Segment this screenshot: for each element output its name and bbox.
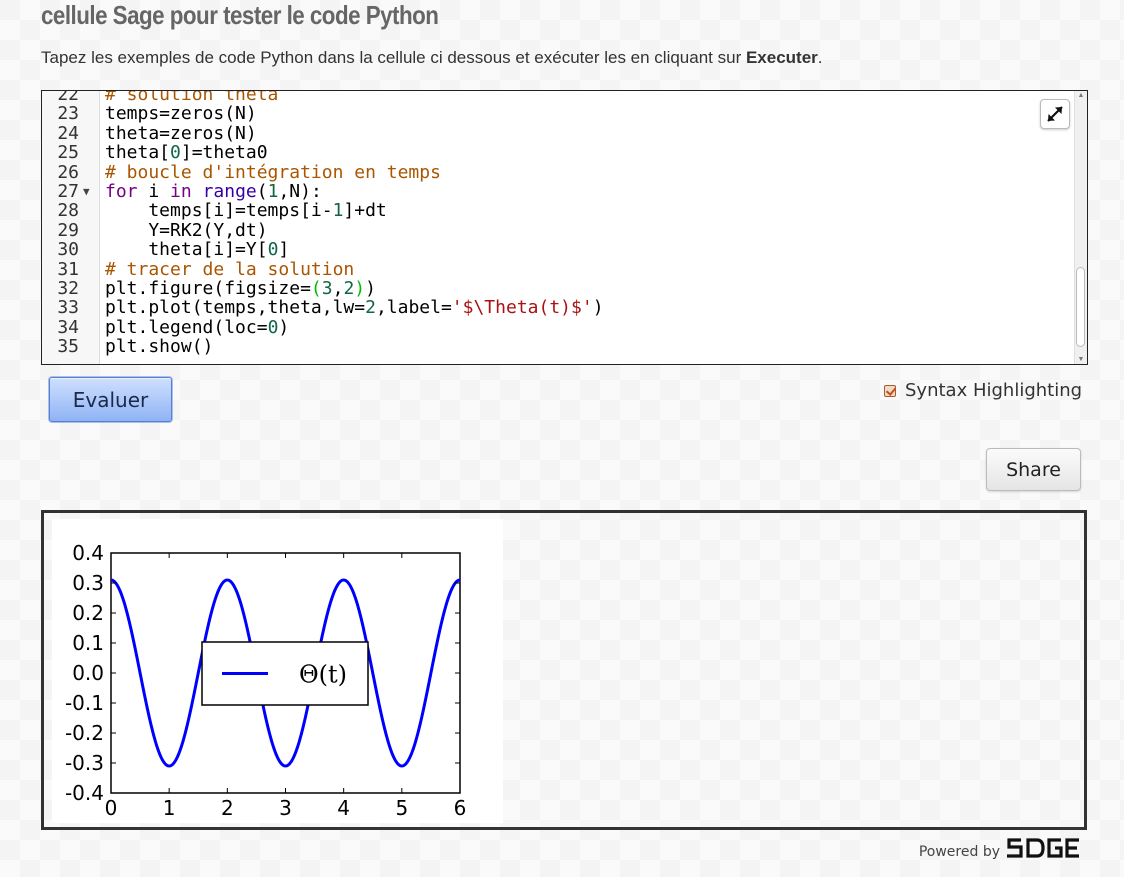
powered-by[interactable]: Powered by	[919, 836, 1080, 860]
y-tick-label: 0.1	[72, 631, 104, 655]
theta-plot: 0 1 2 3 4 5 6 0.4 0.3 0.2 0.1 0.0 -0.1 -0.2 -0.3 -0.4 Θ(…	[65, 541, 467, 820]
line-number: 33	[57, 297, 79, 319]
code-text[interactable]: # tracer de la solution	[105, 259, 354, 279]
plot-figure: 0 1 2 3 4 5 6 0.4 0.3 0.2 0.1 0.0 -0.1 -0.2 -0.3 -0.4 Θ(…	[52, 519, 503, 823]
x-tick-label: 3	[279, 796, 292, 820]
intro-sentence: Tapez les exemples de code Python dans l…	[41, 48, 746, 67]
code-text[interactable]: # boucle d'intégration en temps	[105, 162, 441, 182]
y-tick-label: 0.2	[72, 601, 104, 625]
line-number: 29	[57, 219, 79, 241]
code-line[interactable]: 24 theta=zeros(N)	[42, 122, 1073, 144]
page-heading: cellule Sage pour tester le code Python	[41, 0, 439, 30]
code-line[interactable]: 22 # solution theta	[42, 90, 1073, 105]
code-line[interactable]: 26 # boucle d'intégration en temps	[42, 161, 1073, 183]
line-number: 23	[57, 103, 79, 125]
evaluate-button[interactable]: Evaluer	[49, 377, 172, 422]
y-tick-label: 0.3	[72, 571, 104, 595]
syntax-highlighting-label[interactable]: Syntax Highlighting	[905, 380, 1082, 401]
code-line[interactable]: 25 theta[0]=theta0	[42, 142, 1073, 164]
code-text[interactable]: theta=zeros(N)	[105, 123, 257, 143]
code-line[interactable]: 27 ▼ for i in range(1,N):	[42, 180, 1073, 202]
expand-editor-button[interactable]	[1040, 99, 1070, 129]
code-text[interactable]: for i in range(1,N):	[105, 182, 322, 202]
code-text[interactable]: temps=zeros(N)	[105, 104, 257, 124]
y-tick-label: -0.1	[65, 691, 104, 715]
sage-logo[interactable]	[1006, 836, 1080, 860]
code-line[interactable]: 31 # tracer de la solution	[42, 258, 1073, 280]
code-line[interactable]: 32 plt.figure(figsize=(3,2))	[42, 277, 1073, 299]
y-tick-label: -0.3	[65, 751, 104, 775]
code-line[interactable]: 29 Y=RK2(Y,dt)	[42, 219, 1073, 241]
syntax-highlighting-toggle[interactable]: Syntax Highlighting	[884, 380, 1082, 401]
scroll-thumb[interactable]	[1076, 267, 1085, 347]
code-line[interactable]: 35 plt.show()	[42, 336, 1073, 358]
output-panel: 0 1 2 3 4 5 6 0.4 0.3 0.2 0.1 0.0 -0.1 -0.2 -0.3 -0.4 Θ(…	[41, 510, 1087, 830]
line-number: 30	[57, 239, 79, 261]
code-text[interactable]: # solution theta	[105, 91, 278, 104]
line-number: 32	[57, 277, 79, 299]
editor-scrollbar[interactable]: ▲ ▼	[1074, 91, 1087, 364]
line-number: 24	[57, 122, 79, 144]
fold-arrow-icon[interactable]: ▼	[83, 182, 90, 201]
x-tick-label: 4	[337, 796, 350, 820]
powered-by-text: Powered by	[918, 844, 1000, 860]
scroll-up-arrow-icon[interactable]: ▲	[1075, 92, 1087, 99]
code-text[interactable]: theta[i]=Y[0]	[105, 240, 289, 260]
line-number: 31	[57, 258, 79, 280]
code-editor[interactable]: 22 # solution theta 23 temps=zeros(N) 24 thet…	[41, 90, 1088, 365]
line-number: 28	[57, 200, 79, 222]
line-number: 35	[57, 336, 79, 358]
code-line[interactable]: 33 plt.plot(temps,theta,lw=2,label='$\The…	[42, 297, 1073, 319]
code-line[interactable]: 34 plt.legend(loc=0)	[42, 316, 1073, 338]
legend-label: Θ(t)	[299, 661, 347, 689]
code-line[interactable]: 23 temps=zeros(N)	[42, 103, 1073, 125]
x-tick-label: 6	[454, 796, 467, 820]
x-tick-label: 5	[395, 796, 408, 820]
code-text[interactable]: plt.plot(temps,theta,lw=2,label='$\Theta…	[105, 298, 604, 318]
scroll-down-arrow-icon[interactable]: ▼	[1075, 356, 1087, 363]
line-number: 34	[57, 316, 79, 338]
code-text[interactable]: plt.legend(loc=0)	[105, 317, 289, 337]
code-line[interactable]: 30 theta[i]=Y[0]	[42, 239, 1073, 261]
x-tick-label: 0	[105, 796, 118, 820]
code-text[interactable]: theta[0]=theta0	[105, 143, 268, 163]
code-line[interactable]: 28 temps[i]=temps[i-1]+dt	[42, 200, 1073, 222]
x-tick-label: 1	[163, 796, 176, 820]
share-button[interactable]: Share	[986, 448, 1081, 491]
y-tick-label: -0.4	[65, 781, 104, 805]
intro-bold-executer: Executer	[745, 48, 818, 67]
line-number: 25	[57, 142, 79, 164]
code-text[interactable]: plt.figure(figsize=(3,2))	[105, 278, 376, 298]
code-text[interactable]: plt.show()	[105, 337, 213, 357]
checkbox-checked-icon[interactable]	[884, 384, 896, 397]
x-tick-label: 2	[221, 796, 234, 820]
line-number: 26	[57, 161, 79, 183]
code-lines[interactable]: 22 # solution theta 23 temps=zeros(N) 24 thet…	[42, 90, 1073, 358]
y-tick-label: -0.2	[65, 721, 104, 745]
line-number: 22	[57, 90, 79, 105]
y-tick-label: 0.4	[72, 541, 104, 565]
intro-period: .	[817, 48, 823, 67]
code-text[interactable]: temps[i]=temps[i-1]+dt	[105, 201, 386, 221]
line-number: 27	[57, 180, 79, 202]
expand-arrows-icon	[1047, 106, 1063, 122]
code-text[interactable]: Y=RK2(Y,dt)	[105, 220, 267, 240]
intro-text: Tapez les exemples de code Python dans l…	[41, 48, 823, 68]
y-tick-label: 0.0	[72, 661, 104, 685]
